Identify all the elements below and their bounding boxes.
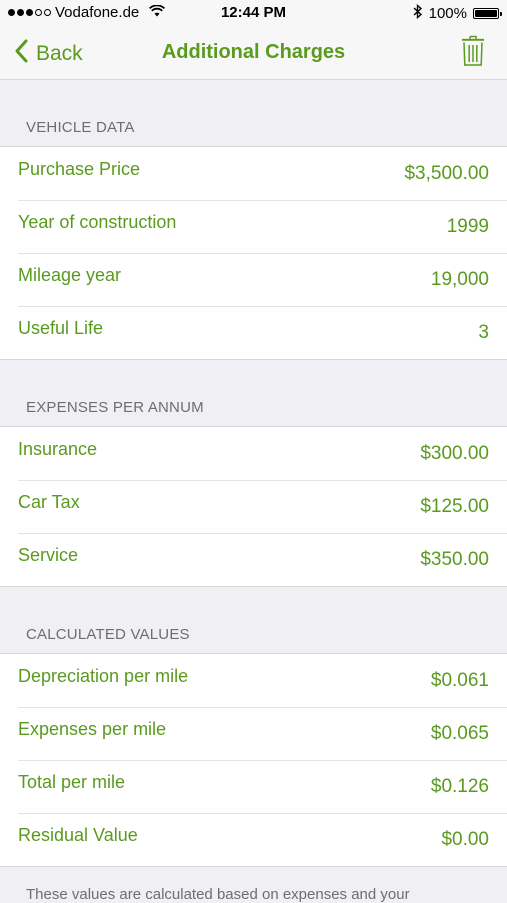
row-label: Residual Value [18,825,138,845]
row-label: Mileage year [18,265,122,285]
row-value: 19,000 [430,269,489,290]
row-label: Car Tax [18,492,80,512]
section-header-calculated: CALCULATED VALUES [0,587,507,653]
page-title: Additional Charges [161,41,346,63]
row-label: Depreciation per mile [18,666,189,686]
bluetooth-icon [413,3,423,23]
row-value: $3,500.00 [404,163,489,184]
row-label: Service [18,545,79,565]
battery-percent: 100% [428,5,467,22]
section-header-expenses: EXPENSES PER ANNUM [0,360,507,426]
total-per-mile-row: Total per mile $0.126 [0,760,507,813]
expenses-section: Insurance $300.00 Car Tax $125.00 Servic… [0,426,507,587]
navigation-bar: Back Additional Charges [0,28,507,80]
car-tax-row[interactable]: Car Tax $125.00 [0,480,507,533]
row-value: $125.00 [420,496,489,517]
row-value: $0.061 [430,670,489,691]
status-bar: Vodafone.de 12:44 PM 100% [0,0,507,28]
status-right: 100% [413,3,502,23]
depreciation-row: Depreciation per mile $0.061 [0,654,507,707]
row-label: Useful Life [18,318,104,338]
battery-icon [473,8,502,19]
useful-life-row[interactable]: Useful Life 3 [0,306,507,359]
row-label: Purchase Price [18,159,141,179]
purchase-price-row[interactable]: Purchase Price $3,500.00 [0,147,507,200]
row-label: Total per mile [18,772,126,792]
footer-note: These values are calculated based on exp… [26,886,410,903]
year-of-construction-row[interactable]: Year of construction 1999 [0,200,507,253]
settings-list: VEHICLE DATA Purchase Price $3,500.00 Ye… [0,80,507,867]
trash-icon [461,35,485,71]
section-title: CALCULATED VALUES [26,626,190,643]
row-label: Insurance [18,439,98,459]
row-label: Expenses per mile [18,719,167,739]
row-value: $350.00 [420,549,489,570]
section-title: EXPENSES PER ANNUM [26,399,204,416]
section-title: VEHICLE DATA [26,119,135,136]
vehicle-data-section: Purchase Price $3,500.00 Year of constru… [0,146,507,360]
service-row[interactable]: Service $350.00 [0,533,507,586]
row-value: $300.00 [420,443,489,464]
battery-fill [475,10,497,17]
calculated-values-section: Depreciation per mile $0.061 Expenses pe… [0,653,507,867]
row-value: $0.065 [430,723,489,744]
residual-value-row: Residual Value $0.00 [0,813,507,866]
row-label: Year of construction [18,212,177,232]
row-value: 1999 [446,216,489,237]
row-value: 3 [478,322,489,343]
mileage-year-row[interactable]: Mileage year 19,000 [0,253,507,306]
delete-button[interactable] [461,35,485,72]
insurance-row[interactable]: Insurance $300.00 [0,427,507,480]
section-header-vehicle: VEHICLE DATA [0,80,507,146]
row-value: $0.126 [430,776,489,797]
row-value: $0.00 [441,829,489,850]
expenses-per-mile-row: Expenses per mile $0.065 [0,707,507,760]
